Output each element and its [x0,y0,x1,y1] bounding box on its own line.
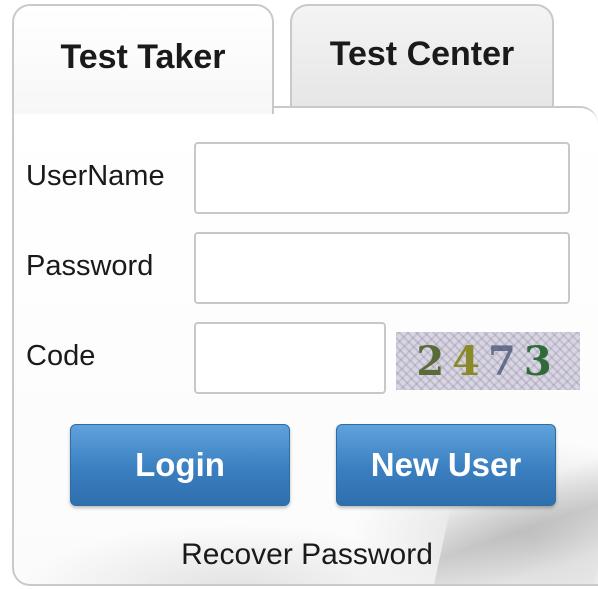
code-field[interactable] [194,322,386,394]
tab-test-taker-label: Test Taker [60,37,226,76]
captcha-digit: 7 [488,337,524,385]
new-user-button-label: New User [370,446,522,483]
new-user-button[interactable]: New User [336,424,556,506]
captcha-digit: 4 [452,337,488,385]
captcha-image: 2 4 7 3 [396,332,580,390]
login-button-label: Login [135,446,225,483]
tab-test-center-label: Test Center [329,34,515,73]
login-panel: UserName Password Code 2 4 7 3 Login New… [12,106,598,586]
tab-test-center[interactable]: Test Center [290,4,554,108]
login-widget: Test Taker Test Center UserName Password… [0,0,598,589]
recover-password-link[interactable]: Recover Password [14,538,598,572]
login-button[interactable]: Login [70,424,290,506]
password-label: Password [26,250,154,282]
tab-test-taker[interactable]: Test Taker [12,4,274,114]
username-field[interactable] [194,142,570,214]
username-label: UserName [26,160,165,192]
code-label: Code [26,340,96,372]
password-field[interactable] [194,232,570,304]
captcha-digit: 3 [523,337,560,385]
captcha-digit: 2 [416,337,453,385]
